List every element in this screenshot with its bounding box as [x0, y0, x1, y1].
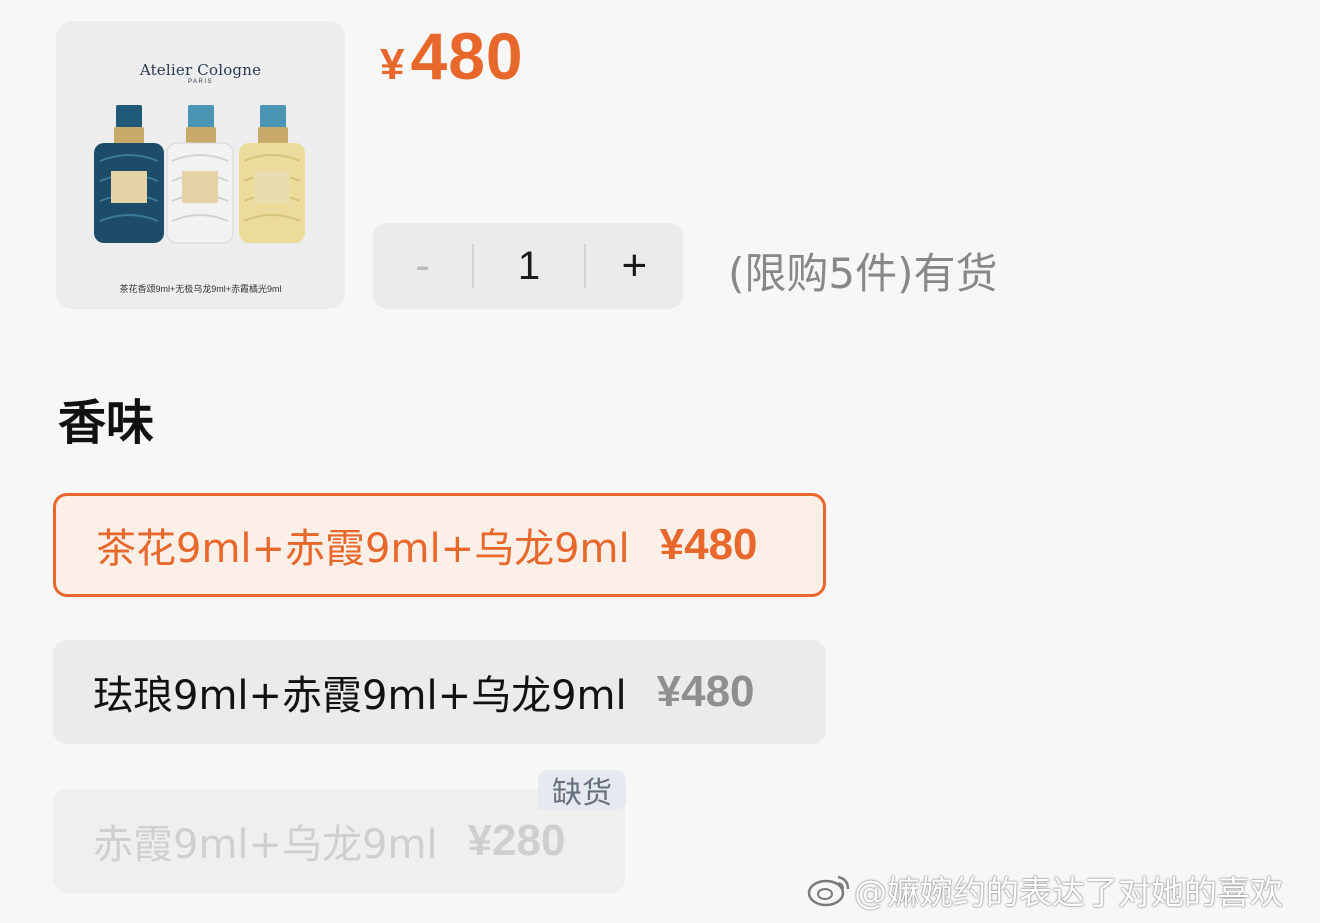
- bottle-label-clear: [182, 171, 218, 203]
- option-name: 珐琅9ml+赤霞9ml+乌龙9ml: [93, 673, 627, 719]
- stock-status: (限购5件)有货: [728, 249, 998, 298]
- product-caption: 茶花香颂9ml+无极乌龙9ml+赤霞橘光9ml: [119, 284, 282, 294]
- scent-option-selected[interactable]: 茶花9ml+赤霞9ml+乌龙9ml ¥480: [53, 493, 826, 597]
- product-price: ¥ 480: [380, 18, 524, 94]
- price-value: 480: [410, 19, 524, 93]
- bottle-cap-blue: [188, 105, 214, 129]
- decrease-quantity-button[interactable]: -: [373, 223, 472, 309]
- watermark-text: @嫲婉约的表达了对她的喜欢: [854, 873, 1283, 912]
- increase-quantity-button[interactable]: +: [586, 223, 683, 309]
- bottle-label-yellow: [254, 171, 290, 203]
- bottle-cap-blue: [260, 105, 286, 129]
- price-currency: ¥: [380, 40, 405, 89]
- product-thumbnail[interactable]: Atelier Cologne PARIS 茶花香颂9ml+无极乌龙9ml+赤霞…: [56, 21, 345, 309]
- quantity-value[interactable]: 1: [474, 244, 583, 289]
- quantity-stepper: - 1 +: [373, 223, 683, 309]
- option-name: 赤霞9ml+乌龙9ml: [93, 822, 438, 868]
- bottle-cap-teal: [116, 105, 142, 129]
- sold-out-badge: 缺货: [538, 770, 626, 811]
- option-price: ¥480: [659, 520, 758, 569]
- bottle-collar-gold: [186, 127, 216, 145]
- section-title-scent: 香味: [58, 395, 155, 451]
- option-price: ¥480: [656, 667, 755, 716]
- bottle-collar-gold: [114, 127, 144, 145]
- bottle-collar-gold: [258, 127, 288, 145]
- option-name: 茶花9ml+赤霞9ml+乌龙9ml: [96, 526, 630, 572]
- weibo-logo-icon: [807, 875, 850, 907]
- option-price: ¥280: [467, 816, 566, 865]
- perfume-bottles-image: [94, 105, 305, 244]
- bottle-label-teal: [111, 171, 147, 203]
- scent-option[interactable]: 珐琅9ml+赤霞9ml+乌龙9ml ¥480: [53, 640, 826, 744]
- watermark: @嫲婉约的表达了对她的喜欢: [806, 868, 1283, 912]
